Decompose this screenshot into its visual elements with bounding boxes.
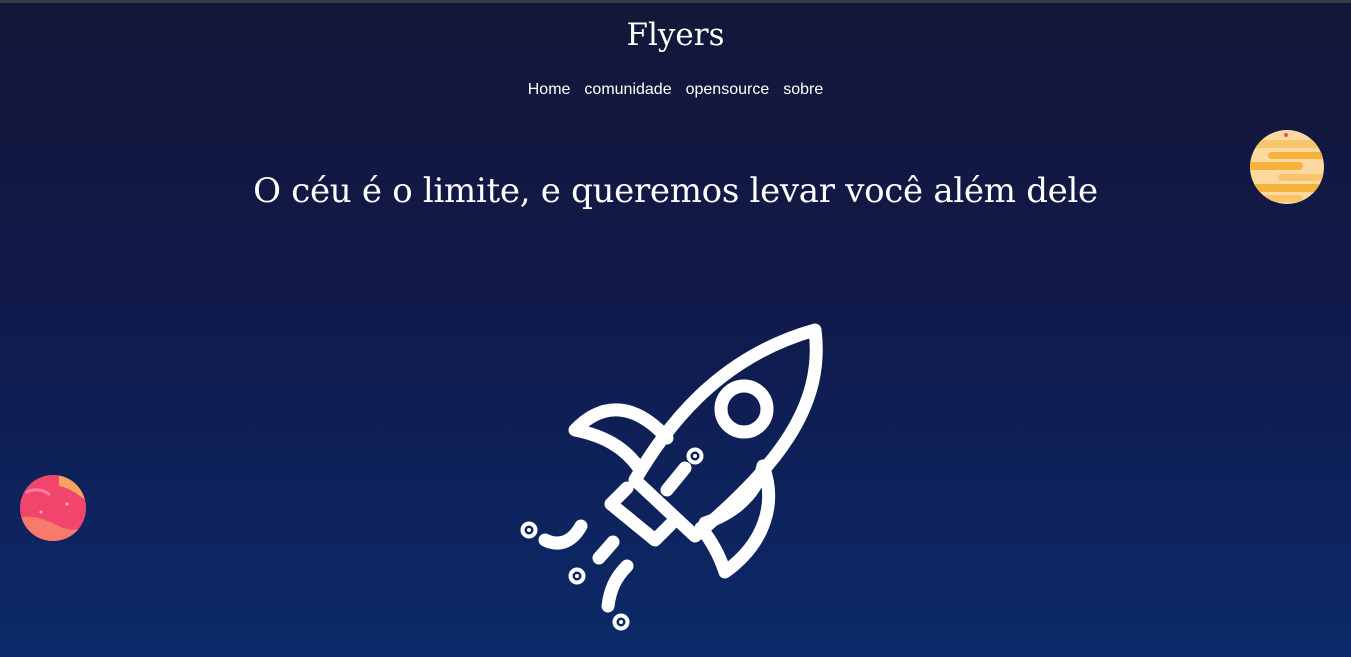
nav-item-opensource[interactable]: opensource (686, 80, 770, 100)
brand-title[interactable]: Flyers (0, 14, 1351, 56)
yellow-planet-icon (1250, 130, 1324, 204)
main-nav: Home comunidade opensource sobre (0, 80, 1351, 100)
nav-item-home[interactable]: Home (528, 80, 571, 100)
nav-item-sobre[interactable]: sobre (783, 80, 823, 100)
rocket-icon (520, 323, 823, 631)
hero-headline: O céu é o limite, e queremos levar você … (253, 171, 1098, 211)
pink-planet-icon (20, 475, 86, 541)
window-top-edge (0, 0, 1351, 3)
nav-item-comunidade[interactable]: comunidade (584, 80, 671, 100)
